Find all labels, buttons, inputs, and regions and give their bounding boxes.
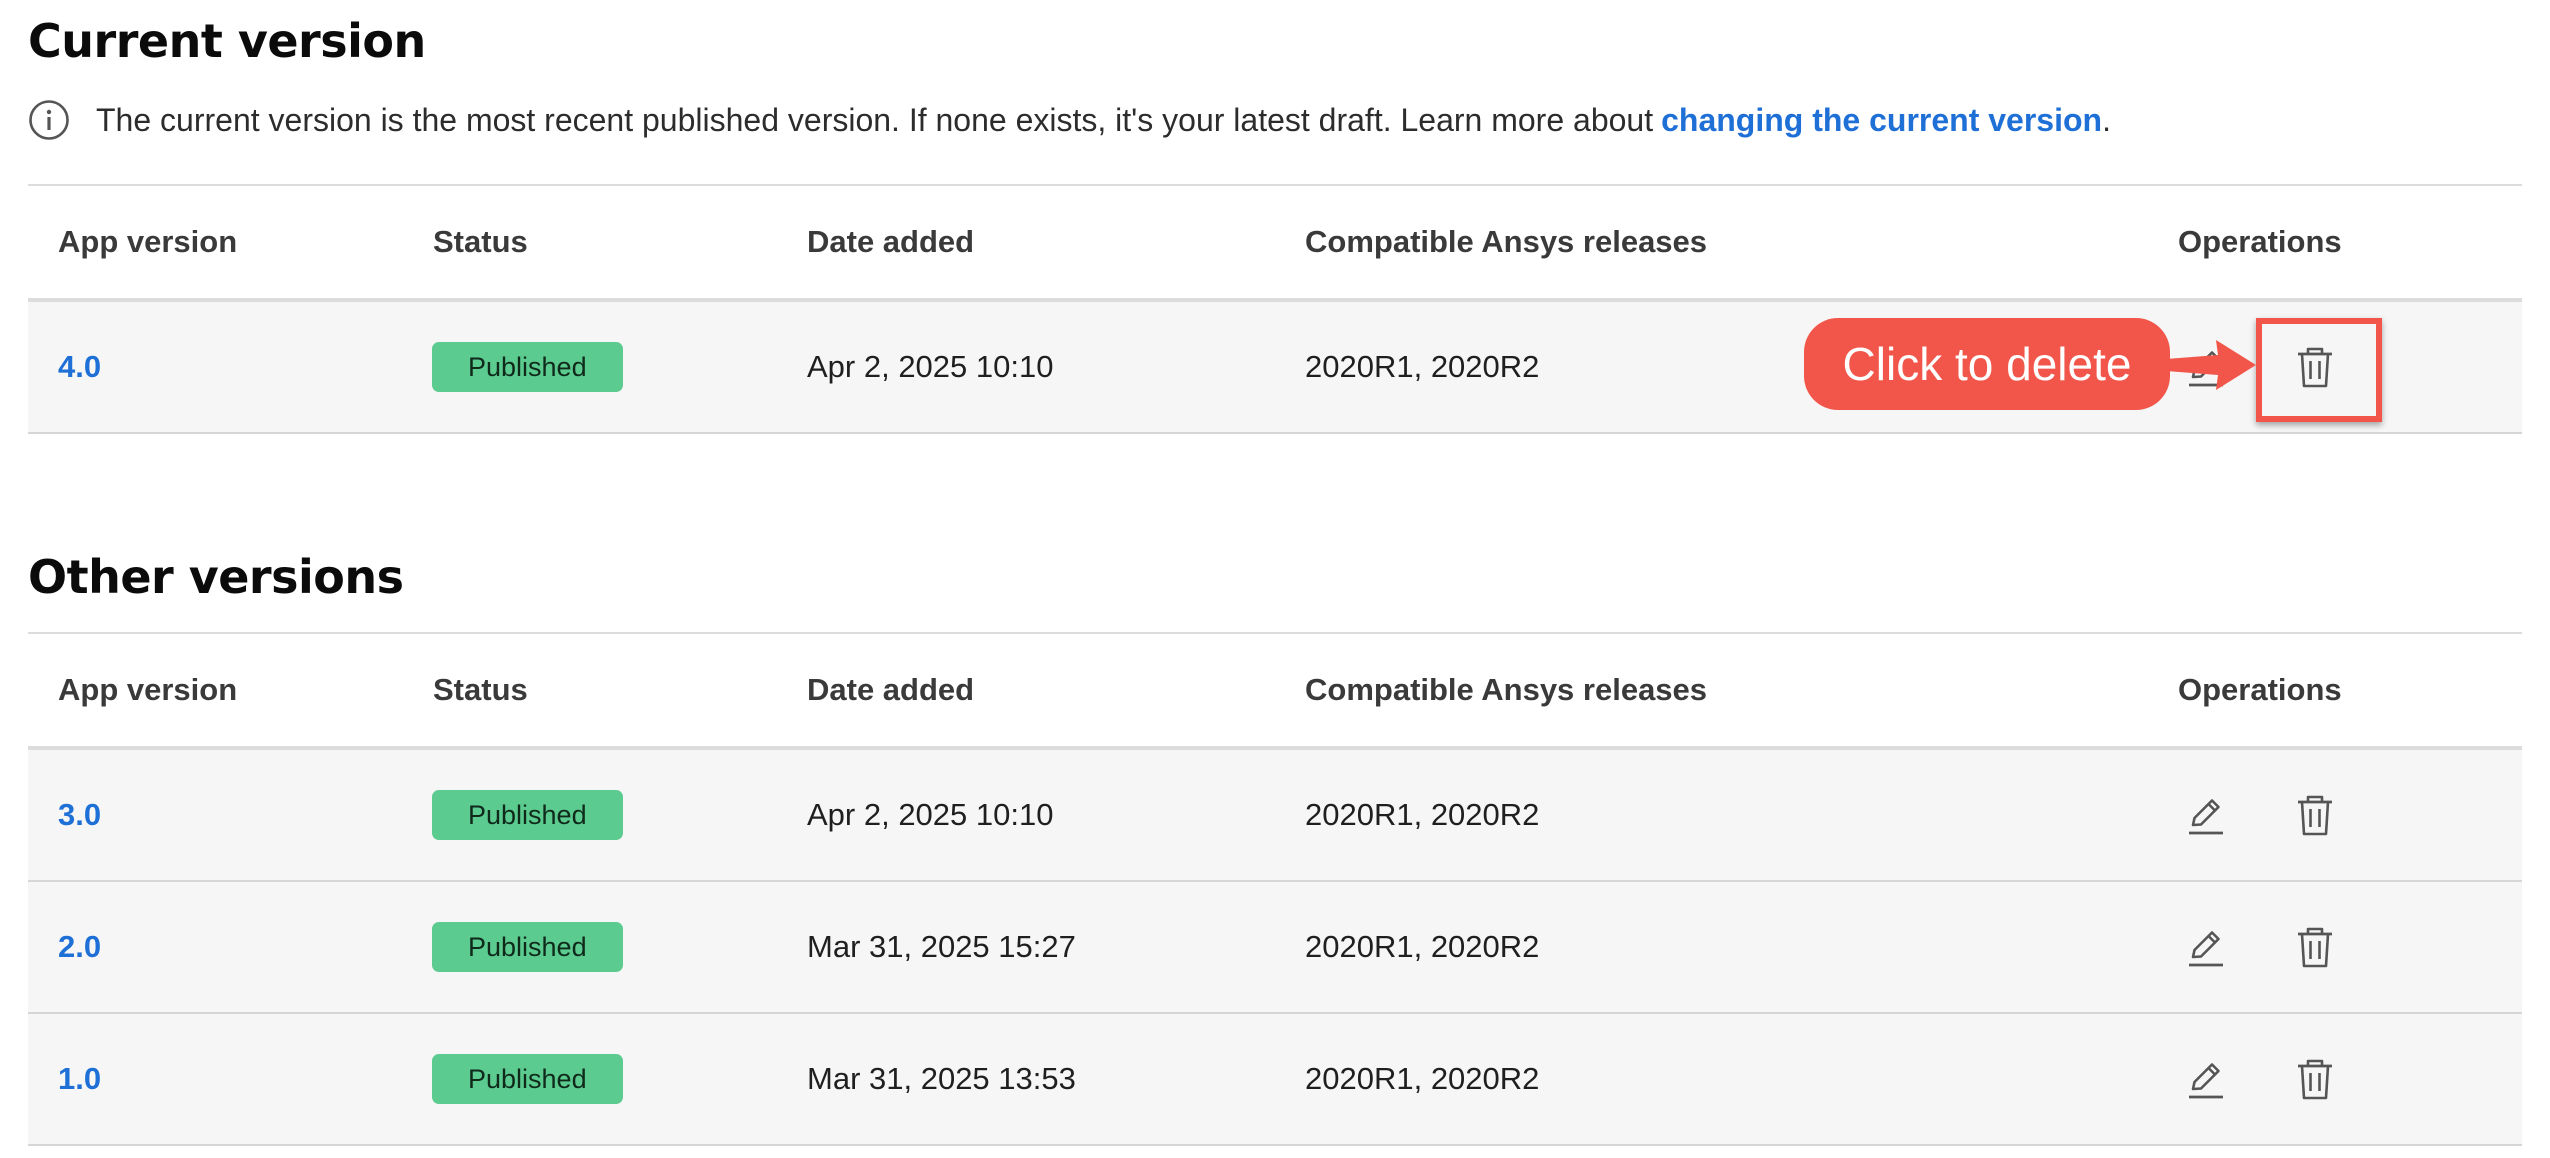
current-version-title: Current version [28,14,426,68]
edit-button[interactable] [2178,1052,2232,1106]
version-link[interactable]: 3.0 [58,797,101,832]
operations [2178,788,2522,842]
date-added: Mar 31, 2025 13:53 [777,1013,1275,1146]
compatible-releases: 2020R1, 2020R2 [1275,300,2148,434]
trash-icon [2298,347,2332,388]
date-added: Mar 31, 2025 15:27 [777,881,1275,1014]
table-row: 3.0 Published Apr 2, 2025 10:10 2020R1, … [28,748,2522,882]
col-header-date-added: Date added [777,184,1275,302]
status-badge: Published [432,342,623,392]
pencil-icon [2189,351,2223,387]
table-row: 2.0 Published Mar 31, 2025 15:27 2020R1,… [28,881,2522,1014]
table-header-row: App version Status Date added Compatible… [28,184,2522,302]
delete-button[interactable] [2288,340,2342,394]
status-badge: Published [432,790,623,840]
version-link[interactable]: 4.0 [58,349,101,384]
edit-button[interactable] [2178,920,2232,974]
operations [2178,920,2522,974]
changing-current-version-link[interactable]: changing the current version [1661,102,2102,139]
edit-button[interactable] [2178,340,2232,394]
version-link[interactable]: 2.0 [58,929,101,964]
trash-icon [2298,1059,2332,1100]
operations [2178,340,2522,394]
info-end: . [2102,101,2111,138]
compatible-releases: 2020R1, 2020R2 [1275,1013,2148,1146]
pencil-icon [2189,931,2223,967]
compatible-releases: 2020R1, 2020R2 [1275,748,2148,882]
other-versions-table: App version Status Date added Compatible… [28,632,2522,1146]
edit-button[interactable] [2178,788,2232,842]
col-header-operations: Operations [2148,184,2522,302]
col-header-status: Status [403,184,777,302]
delete-button[interactable] [2288,788,2342,842]
status-badge: Published [432,922,623,972]
info-icon [28,99,70,141]
status-badge: Published [432,1054,623,1104]
date-added: Apr 2, 2025 10:10 [777,748,1275,882]
pencil-icon [2189,799,2223,835]
delete-button[interactable] [2288,1052,2342,1106]
current-version-table: App version Status Date added Compatible… [28,184,2522,434]
info-line: The current version is the most recent p… [28,96,2111,144]
compatible-releases: 2020R1, 2020R2 [1275,881,2148,1014]
other-versions-title: Other versions [28,550,404,604]
table-row: 4.0 Published Apr 2, 2025 10:10 2020R1, … [28,300,2522,434]
col-header-compatible-releases: Compatible Ansys releases [1275,632,2148,750]
col-header-date-added: Date added [777,632,1275,750]
trash-icon [2298,795,2332,836]
date-added: Apr 2, 2025 10:10 [777,300,1275,434]
col-header-compatible-releases: Compatible Ansys releases [1275,184,2148,302]
col-header-status: Status [403,632,777,750]
info-text: The current version is the most recent p… [96,101,1654,138]
operations [2178,1052,2522,1106]
delete-button[interactable] [2288,920,2342,974]
version-link[interactable]: 1.0 [58,1061,101,1096]
pencil-icon [2189,1063,2223,1099]
col-header-app-version: App version [28,632,403,750]
col-header-operations: Operations [2148,632,2522,750]
table-header-row: App version Status Date added Compatible… [28,632,2522,750]
trash-icon [2298,927,2332,968]
table-row: 1.0 Published Mar 31, 2025 13:53 2020R1,… [28,1013,2522,1146]
col-header-app-version: App version [28,184,403,302]
